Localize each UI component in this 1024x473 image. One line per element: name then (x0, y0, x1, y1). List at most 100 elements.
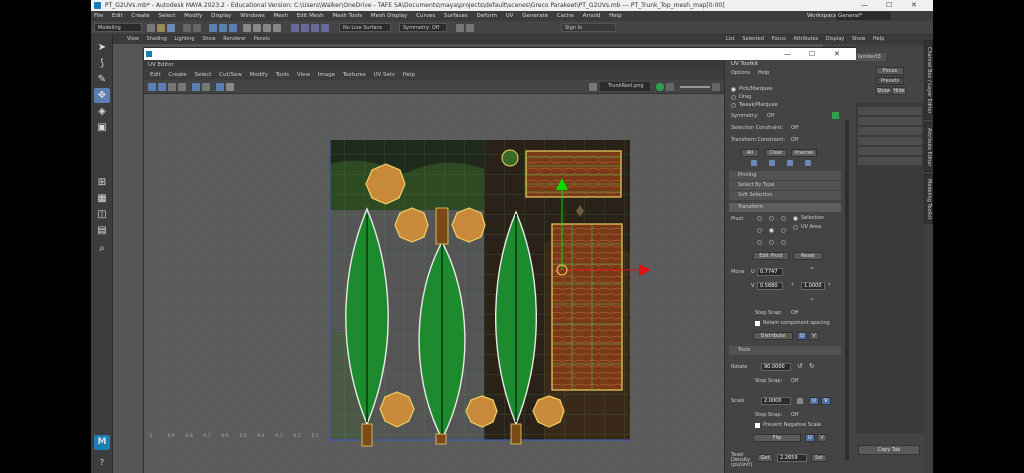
pivot-selection-radio[interactable] (793, 216, 798, 221)
uv-filter-icon[interactable] (202, 83, 210, 91)
menu-edit-mesh[interactable]: Edit Mesh (297, 13, 324, 19)
ae-menu-list[interactable]: List (726, 36, 735, 42)
move-down-icon[interactable]: ⌄ (809, 294, 815, 302)
vp-menu-show[interactable]: Show (202, 36, 216, 42)
show-button[interactable]: Show (876, 87, 891, 95)
menu-curves[interactable]: Curves (416, 13, 435, 19)
selection-constraint-value[interactable]: Off (791, 125, 798, 131)
focus-button[interactable]: Focus (876, 67, 904, 75)
select-face-icon[interactable] (263, 24, 271, 32)
uv-menu-create[interactable]: Create (168, 72, 186, 78)
undo-icon[interactable] (183, 24, 191, 32)
toolkit-menu-options[interactable]: Options (731, 70, 750, 76)
uv-snapshot-icon[interactable] (226, 83, 234, 91)
vp-menu-shading[interactable]: Shading (146, 36, 166, 42)
ae-menu-display[interactable]: Display (826, 36, 844, 42)
layout-side-icon[interactable]: ◫ (94, 207, 110, 222)
select-hierarchy-icon[interactable] (209, 24, 217, 32)
select-uv-icon[interactable] (273, 24, 281, 32)
toolkit-scrollbar[interactable] (845, 120, 849, 460)
menu-edit[interactable]: Edit (112, 13, 123, 19)
pick-marquee-radio[interactable] (731, 87, 736, 92)
select-object-icon[interactable] (219, 24, 227, 32)
select-vertex-icon[interactable] (243, 24, 251, 32)
help-icon[interactable]: ? (94, 455, 110, 470)
menu-arnold[interactable]: Arnold (583, 13, 601, 19)
new-scene-icon[interactable] (147, 24, 155, 32)
uv-menu-view[interactable]: View (297, 72, 310, 78)
render-icon[interactable] (456, 24, 464, 32)
maximize-icon[interactable]: ☐ (886, 0, 892, 11)
uv-distortion-icon[interactable] (178, 83, 186, 91)
pivot-tc-radio[interactable] (769, 216, 774, 221)
ipr-render-icon[interactable] (466, 24, 474, 32)
snap-grid-icon[interactable] (291, 24, 299, 32)
scale-step-snap-value[interactable]: Off (791, 412, 798, 418)
uv-menu-cut-sew[interactable]: Cut/Sew (219, 72, 242, 78)
edit-pivot-button[interactable]: Edit Pivot (753, 252, 789, 260)
ae-attr-row[interactable] (858, 127, 922, 135)
menu-windows[interactable]: Windows (240, 13, 265, 19)
uv-close-icon[interactable]: ✕ (834, 48, 840, 60)
workspace-dropdown[interactable]: General* (836, 12, 891, 20)
scale-lock-icon[interactable] (797, 398, 803, 404)
ae-attr-row[interactable] (858, 107, 922, 115)
sign-in-button[interactable]: Sign In (561, 23, 616, 32)
menu-modify[interactable]: Modify (184, 13, 202, 19)
select-all-button[interactable]: All (741, 149, 759, 157)
select-tool-icon[interactable]: ➤ (94, 40, 110, 55)
maya-home-icon[interactable]: M (94, 435, 110, 450)
move-step-snap-value[interactable]: Off (791, 310, 798, 316)
node-tab[interactable]: lambert3 (856, 53, 886, 61)
snap-plane-icon[interactable] (321, 24, 329, 32)
symmetry-value[interactable]: Off (767, 113, 774, 119)
pivot-tl-radio[interactable] (757, 216, 762, 221)
move-up-icon[interactable]: ⌃ (809, 266, 815, 274)
tweak-marquee-radio[interactable] (731, 103, 736, 108)
small-round-shell[interactable] (501, 149, 519, 167)
pivot-bc-radio[interactable] (769, 240, 774, 245)
toolkit-menu-help[interactable]: Help (758, 70, 769, 76)
select-shell-icon[interactable] (751, 160, 757, 166)
section-select-by-type[interactable]: Select By Type (729, 181, 841, 190)
select-component-icon[interactable] (229, 24, 237, 32)
uv-menu-image[interactable]: Image (318, 72, 335, 78)
select-edge-icon[interactable] (253, 24, 261, 32)
scale-field[interactable]: 2.0000 (761, 397, 791, 405)
select-shrink-icon[interactable] (805, 160, 811, 166)
snap-curve-icon[interactable] (301, 24, 309, 32)
exposure-icon[interactable] (666, 83, 674, 91)
layout-four-icon[interactable]: ▦ (94, 191, 110, 206)
tab-modeling-toolkit[interactable]: Modeling Toolkit (924, 174, 933, 224)
rotate-ccw-icon[interactable]: ↺ (797, 362, 803, 370)
texel-get-button[interactable]: Get (757, 454, 773, 462)
menu-surfaces[interactable]: Surfaces (444, 13, 468, 19)
transform-constraint-value[interactable]: Off (791, 137, 798, 143)
save-scene-icon[interactable] (167, 24, 175, 32)
uv-menu-textures[interactable]: Textures (343, 72, 366, 78)
symmetry-dropdown[interactable]: Symmetry: Off (399, 23, 447, 32)
hide-button[interactable]: Hide (892, 87, 906, 95)
uv-menu-edit[interactable]: Edit (150, 72, 161, 78)
pivot-tr-radio[interactable] (781, 216, 786, 221)
menu-mesh-tools[interactable]: Mesh Tools (332, 13, 362, 19)
menu-uv[interactable]: UV (506, 13, 514, 19)
uv-dim-image-icon[interactable] (216, 83, 224, 91)
flip-v-button[interactable]: V (817, 434, 827, 442)
paint-select-icon[interactable]: ✎ (94, 72, 110, 87)
menu-mesh[interactable]: Mesh (273, 13, 287, 19)
open-scene-icon[interactable] (157, 24, 165, 32)
scale-u-button[interactable]: U (809, 397, 819, 405)
section-tools[interactable]: Tools (729, 346, 841, 355)
menu-mesh-display[interactable]: Mesh Display (371, 13, 408, 19)
uv-grid-icon[interactable] (148, 83, 156, 91)
rotate-field[interactable]: 90.0000 (761, 363, 791, 371)
uv-menu-modify[interactable]: Modify (250, 72, 268, 78)
section-transform[interactable]: Transform (729, 203, 841, 212)
symmetry-toggle-icon[interactable] (832, 112, 839, 119)
texel-set-button[interactable]: Set (811, 454, 827, 462)
copy-tab-button[interactable]: Copy Tab (858, 445, 920, 455)
select-grow-icon[interactable] (787, 160, 793, 166)
minimize-icon[interactable]: — (861, 0, 868, 11)
ae-menu-focus[interactable]: Focus (772, 36, 786, 42)
